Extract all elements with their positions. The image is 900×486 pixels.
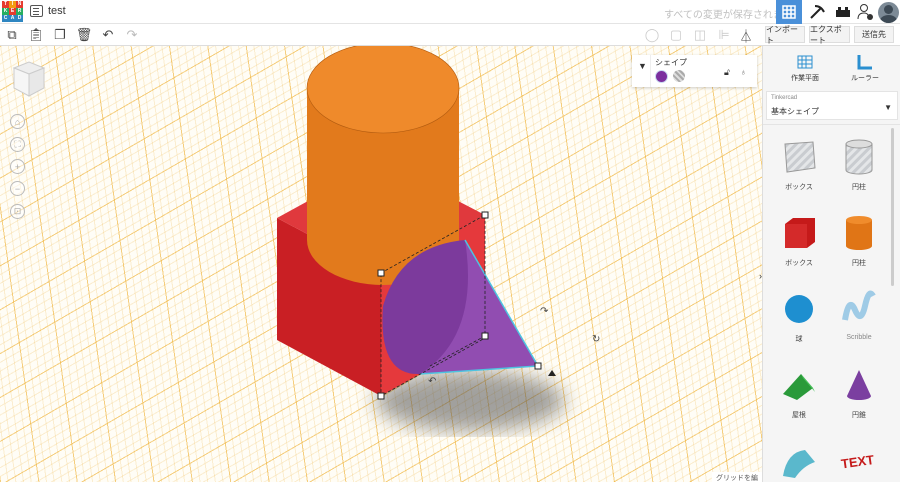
collapse-icon[interactable]: ▼	[638, 61, 647, 71]
undo-icon[interactable]: ↶	[100, 27, 116, 43]
cone-icon	[847, 370, 871, 400]
export-button[interactable]: エクスポート	[809, 25, 850, 45]
box-hole-icon	[784, 141, 816, 173]
logo-letter: D	[16, 15, 23, 22]
sphere-icon	[785, 295, 813, 323]
cylinder-icon	[846, 216, 872, 250]
logo-letter: N	[16, 1, 23, 8]
shape-label: Scribble	[846, 334, 872, 341]
shape-cylinder-hole[interactable]: 円柱	[829, 138, 889, 192]
logo-letter: A	[9, 15, 16, 22]
shape-label: 円柱	[852, 184, 866, 191]
logo-letter: K	[2, 8, 9, 15]
rotate-handle-icon[interactable]: ↶	[428, 376, 436, 387]
send-to-button[interactable]: 送信先	[854, 26, 894, 43]
mirror-icon[interactable]: ⏃	[738, 27, 754, 44]
round-roof-icon	[783, 450, 815, 478]
group-icon[interactable]: ▢	[668, 27, 684, 43]
logo-letter: C	[2, 15, 9, 22]
text-shape-icon: TEXT	[840, 452, 875, 471]
height-handle-icon[interactable]	[548, 370, 556, 376]
shape-label: 円柱	[852, 260, 866, 267]
design-menu-icon[interactable]	[30, 5, 43, 17]
light-icon[interactable]: ♁	[740, 67, 747, 77]
zoom-out-button[interactable]: −	[10, 181, 25, 196]
shape-cylinder[interactable]: 円柱	[829, 214, 889, 268]
scrollbar[interactable]	[891, 128, 894, 286]
shape-roof[interactable]: 屋根	[769, 366, 829, 420]
blocks-button[interactable]	[804, 0, 830, 24]
svg-text:TEXT: TEXT	[840, 452, 875, 471]
redo-icon[interactable]: ↷	[124, 27, 140, 43]
shape-label: 屋根	[792, 412, 806, 419]
edit-grid-button[interactable]: グリッドを編集	[712, 472, 762, 482]
scene: ↷ ↻ ↶	[277, 46, 600, 431]
paste-icon[interactable]: 📋︎	[28, 27, 45, 43]
ruler-label: ルーラー	[851, 75, 879, 82]
tinkercad-logo[interactable]: T I N K E R C A D	[2, 1, 23, 22]
bricks-icon	[836, 7, 850, 17]
right-panel: 作業平面 ルーラー Tinkercad 基本シェイプ ▼ › ボックス 円柱 ボ…	[759, 46, 900, 482]
workplane-icon	[797, 55, 813, 69]
duplicate-icon[interactable]: ❐	[52, 27, 68, 43]
ungroup-icon[interactable]: ◫	[692, 27, 708, 43]
shape-cone[interactable]: 円錐	[829, 366, 889, 420]
shape-scribble[interactable]: Scribble	[829, 290, 889, 341]
scribble-icon	[842, 290, 876, 321]
ruler-icon	[857, 55, 872, 70]
workplane-label: 作業平面	[791, 75, 819, 82]
pickaxe-icon	[810, 5, 825, 19]
logo-letter: R	[16, 8, 23, 15]
delete-icon[interactable]: 🗑︎	[76, 27, 93, 43]
perspective-button[interactable]: ⊡	[10, 204, 25, 219]
shape-label: ボックス	[785, 184, 813, 191]
import-button[interactable]: インポート	[765, 25, 805, 45]
shape-box-hole[interactable]: ボックス	[769, 138, 829, 192]
rotate-handle-icon[interactable]: ↻	[592, 334, 600, 345]
library-source: Tinkercad	[771, 95, 798, 101]
logo-letter: E	[9, 8, 16, 15]
roof-icon	[783, 374, 815, 400]
shape-label: ボックス	[785, 260, 813, 267]
logo-letter: I	[9, 1, 16, 8]
shape-text[interactable]: TEXT	[829, 442, 889, 486]
lock-icon[interactable]: 🔓︎	[724, 67, 730, 78]
3d-workplane[interactable]: ↷ ↻ ↶ ⌂ ⛶ + − ⊡ ▼ シェイプ 🔓︎ ♁ グリッドを編集	[0, 46, 762, 482]
shape-label: 円錐	[852, 412, 866, 419]
library-name: 基本シェイプ	[771, 107, 819, 116]
note-icon[interactable]: ◯	[644, 27, 660, 43]
shape-round-roof[interactable]	[769, 442, 829, 486]
collapse-panel-icon[interactable]: ›	[759, 271, 762, 281]
add-user-icon	[857, 4, 873, 20]
hole-button[interactable]	[673, 70, 685, 82]
shape-sphere[interactable]: 球	[769, 290, 829, 344]
view-cube[interactable]	[12, 60, 46, 98]
home-view-button[interactable]: ⌂	[10, 114, 25, 129]
grid-view-button[interactable]	[776, 0, 802, 24]
grid-view-icon	[782, 5, 796, 19]
shape-label: 球	[795, 336, 803, 343]
design-title[interactable]: test	[48, 5, 66, 17]
logo-letter: T	[2, 1, 9, 8]
add-user-button[interactable]	[852, 0, 878, 24]
toolbar: ⧉ 📋︎ ❐ 🗑︎ ↶ ↷ ◯ ▢ ◫ ⊫ ⏃ インポート エクスポート 送信先	[0, 24, 900, 46]
fit-view-button[interactable]: ⛶	[10, 137, 25, 152]
top-bar: T I N K E R C A D test すべての変更が保存されました	[0, 0, 900, 24]
ruler-button[interactable]: ルーラー	[845, 54, 885, 83]
shape-panel-title: シェイプ	[655, 58, 687, 67]
workplane-button[interactable]: 作業平面	[785, 54, 825, 83]
chevron-down-icon: ▼	[884, 103, 892, 112]
library-select[interactable]: Tinkercad 基本シェイプ ▼	[766, 91, 898, 120]
shape-inspector: ▼ シェイプ 🔓︎ ♁	[632, 55, 757, 87]
shape-box[interactable]: ボックス	[769, 214, 829, 268]
box-icon	[785, 218, 815, 248]
copy-icon[interactable]: ⧉	[4, 27, 20, 43]
rotate-handle-icon[interactable]: ↷	[540, 306, 549, 317]
avatar[interactable]	[877, 0, 900, 24]
cylinder-hole-icon	[845, 139, 873, 175]
solid-color-button[interactable]	[655, 70, 668, 83]
align-icon[interactable]: ⊫	[716, 27, 732, 43]
zoom-in-button[interactable]: +	[10, 159, 25, 174]
